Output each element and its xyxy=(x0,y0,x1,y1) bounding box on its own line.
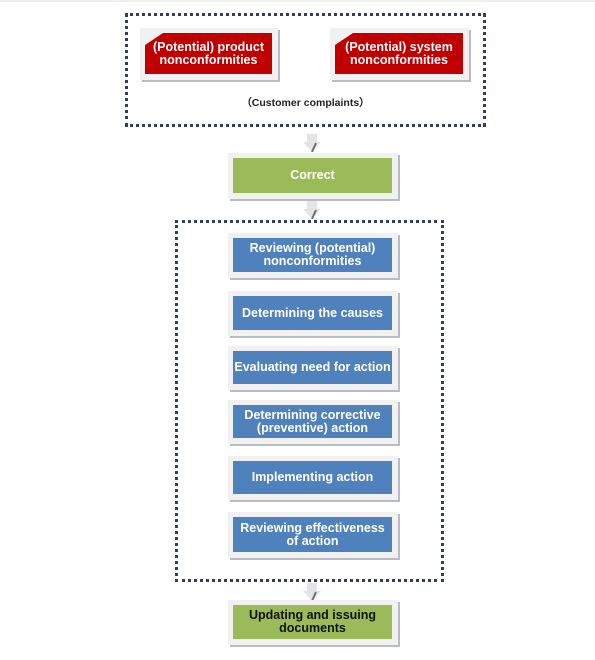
final-box: Updating and issuing documents xyxy=(228,600,398,645)
step-label: Determining corrective (preventive) acti… xyxy=(233,405,392,438)
step-box: Reviewing effectiveness of action xyxy=(228,512,398,558)
arrow-down-icon xyxy=(303,201,321,219)
step-label: Reviewing (potential) nonconformities xyxy=(233,238,392,272)
step-box: Determining corrective (preventive) acti… xyxy=(228,400,398,444)
system-nonconformities-label: (Potential) system nonconformities xyxy=(335,33,463,74)
arrow-down-icon xyxy=(303,134,321,152)
step-box: Determining the causes xyxy=(228,291,398,336)
step-label: Evaluating need for action xyxy=(233,351,392,384)
step-label: Reviewing effectiveness of action xyxy=(233,517,392,552)
system-nonconformities-box: (Potential) system nonconformities xyxy=(330,28,469,80)
divider xyxy=(0,0,595,2)
arrow-down-icon xyxy=(303,583,321,601)
correct-label: Correct xyxy=(233,158,392,193)
step-box: Reviewing (potential) nonconformities xyxy=(228,233,398,278)
correct-box: Correct xyxy=(228,153,398,199)
flowchart: (Potential) product nonconformities (Pot… xyxy=(0,0,595,660)
step-box: Evaluating need for action xyxy=(228,346,398,390)
product-nonconformities-label: (Potential) product nonconformities xyxy=(145,33,272,74)
customer-complaints-note: （Customer complaints） xyxy=(241,97,370,109)
step-label: Determining the causes xyxy=(233,296,392,330)
product-nonconformities-box: (Potential) product nonconformities xyxy=(140,28,278,80)
step-label: Implementing action xyxy=(233,461,392,494)
step-box: Implementing action xyxy=(228,456,398,500)
final-label: Updating and issuing documents xyxy=(233,605,392,639)
